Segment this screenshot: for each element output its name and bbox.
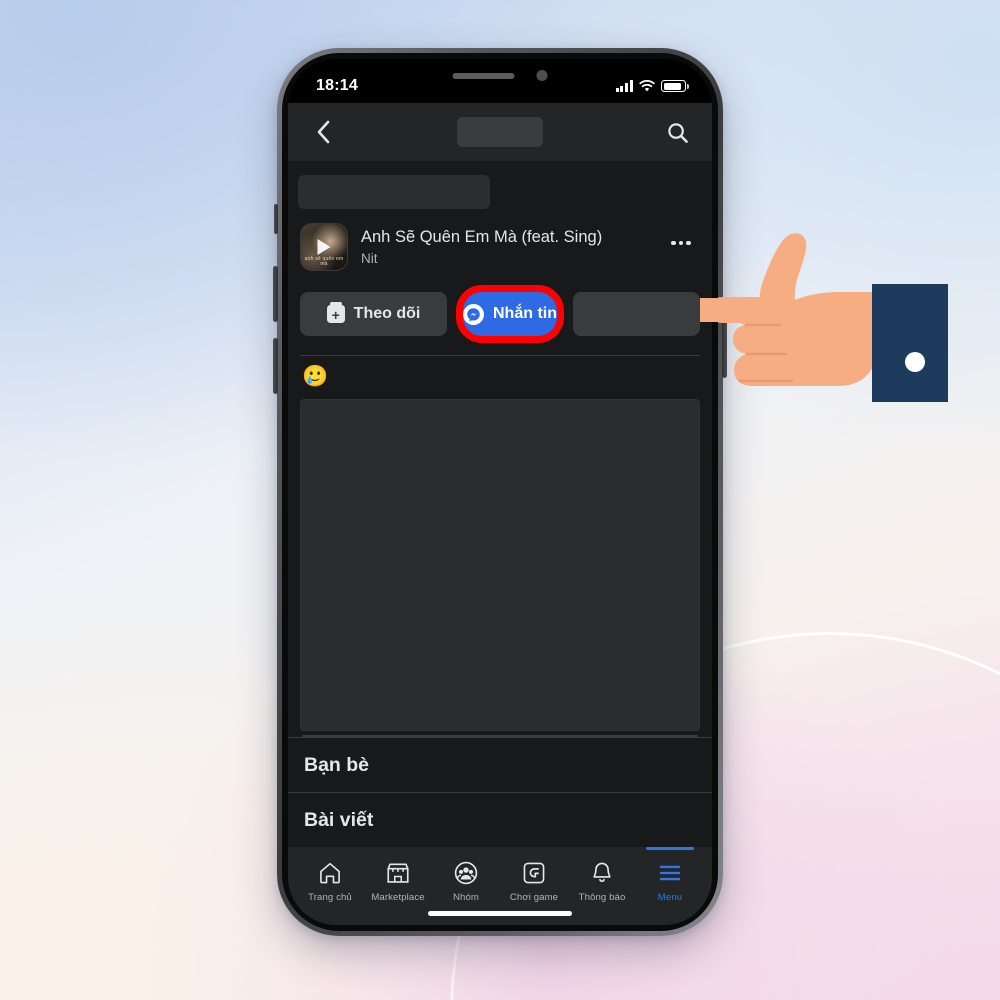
profile-name-placeholder (298, 175, 490, 209)
album-art-thumbnail[interactable]: anh sẽ quên em mà (300, 223, 348, 271)
nav-tab-marketplace-label: Marketplace (371, 892, 425, 903)
groups-icon (454, 861, 478, 885)
wifi-icon (639, 79, 655, 91)
nav-tab-groups-label: Nhóm (453, 892, 479, 903)
song-meta: Anh Sẽ Quên Em Mà (feat. Sing) Nit (361, 228, 651, 266)
song-title: Anh Sẽ Quên Em Mà (feat. Sing) (361, 228, 603, 247)
facebook-app: anh sẽ quên em mà Anh Sẽ Quên Em Mà (fea… (288, 103, 712, 925)
messenger-icon (463, 303, 484, 325)
song-row[interactable]: anh sẽ quên em mà Anh Sẽ Quên Em Mà (fea… (288, 209, 712, 281)
message-button-highlight: Nhắn tin (456, 285, 564, 343)
nav-tab-notifications-label: Thông báo (578, 892, 626, 903)
message-button[interactable]: Nhắn tin (463, 292, 557, 336)
artist-name: Nit (361, 250, 378, 266)
follow-button-label: Theo dõi (353, 305, 421, 322)
phone-mockup: 18:14 anh sẽ quên em mà Anh Sẽ Quên Em M… (273, 48, 727, 936)
section-friends[interactable]: Bạn bè (288, 737, 712, 792)
home-icon (320, 862, 340, 884)
nav-tab-gaming[interactable]: Chơi game (500, 857, 568, 903)
follow-button[interactable]: Theo dõi (300, 292, 447, 336)
follow-plus-icon (326, 302, 345, 323)
more-options-icon[interactable] (664, 240, 698, 254)
nav-tab-groups[interactable]: Nhóm (432, 857, 500, 903)
battery-icon (661, 80, 689, 92)
silent-switch[interactable] (274, 204, 278, 234)
phone-screen: 18:14 anh sẽ quên em mà Anh Sẽ Quên Em M… (288, 59, 712, 925)
front-camera-icon (536, 70, 548, 81)
post-emoji: 🥲 (302, 365, 329, 388)
search-input[interactable] (456, 117, 544, 147)
cellular-signal-icon (615, 80, 633, 92)
nav-tab-gaming-label: Chơi game (509, 892, 559, 903)
album-art-caption: anh sẽ quên em mà (304, 255, 344, 267)
pointing-hand-icon (690, 222, 960, 432)
more-actions-button[interactable] (573, 292, 700, 336)
app-bar (288, 103, 712, 161)
home-indicator (428, 910, 572, 916)
marketplace-icon (387, 863, 409, 883)
section-posts[interactable]: Bài viết (288, 792, 712, 847)
profile-action-row: Theo dõi Nhắn tin (288, 281, 712, 355)
play-icon (317, 239, 331, 255)
volume-up-button[interactable] (273, 266, 278, 322)
search-icon[interactable] (662, 117, 692, 147)
bottom-navigation-bar: Trang chủ Marketplace Nhóm Chơi game Thô… (288, 847, 712, 925)
back-chevron-icon[interactable] (308, 117, 338, 147)
nav-tab-marketplace[interactable]: Marketplace (364, 857, 432, 903)
active-tab-indicator (645, 847, 695, 850)
bell-icon (593, 862, 611, 882)
earpiece-speaker-icon (452, 72, 515, 79)
hamburger-menu-icon (659, 865, 681, 881)
status-bar-icons (615, 79, 689, 93)
message-button-label: Nhắn tin (493, 305, 557, 322)
status-bar-clock: 18:14 (316, 77, 358, 94)
gaming-icon (523, 862, 545, 884)
volume-down-button[interactable] (273, 338, 278, 394)
nav-tab-menu[interactable]: Menu (636, 847, 704, 903)
profile-scroll-area[interactable]: anh sẽ quên em mà Anh Sẽ Quên Em Mà (fea… (288, 161, 712, 847)
nav-tab-home[interactable]: Trang chủ (296, 857, 364, 903)
nav-tab-notifications[interactable]: Thông báo (568, 857, 636, 903)
notch (397, 59, 603, 92)
nav-tab-home-label: Trang chủ (308, 892, 352, 903)
nav-tab-menu-label: Menu (657, 892, 683, 903)
post-media-placeholder[interactable] (300, 399, 700, 731)
